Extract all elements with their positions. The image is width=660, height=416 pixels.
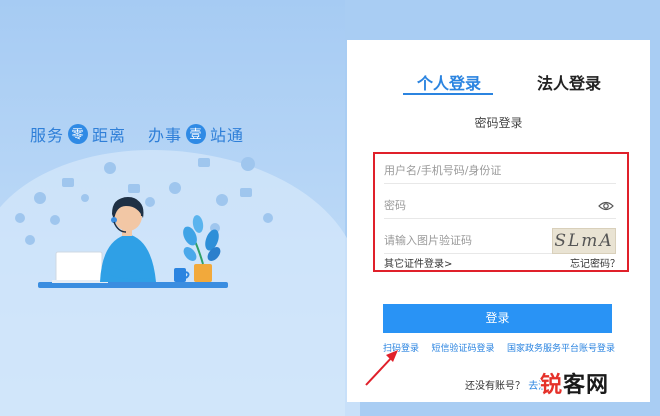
show-password-eye-icon[interactable] (598, 198, 614, 214)
login-form-highlight: SLmA 其它证件登录> 忘记密码？ (373, 152, 629, 272)
watermark-part-1: 锐 (540, 373, 564, 398)
tab-personal-login[interactable]: 个人登录 (417, 70, 481, 94)
chat-bubble-icon (34, 192, 46, 204)
password-field-wrapper (384, 193, 616, 219)
form-links-row: 其它证件登录> 忘记密码？ (384, 255, 620, 270)
active-tab-underline (403, 93, 493, 95)
captcha-field-wrapper: SLmA (384, 228, 616, 254)
password-input[interactable] (384, 199, 616, 212)
gov-platform-login-link[interactable]: 国家政务服务平台账号登录 (507, 341, 615, 354)
username-input[interactable] (384, 164, 616, 177)
username-field-wrapper (384, 158, 616, 184)
alternative-login-links: 扫码登录 短信验证码登录 国家政务服务平台账号登录 (383, 341, 615, 354)
register-prompt: 还没有账号？ 去注 (465, 377, 548, 392)
red-pointer-arrow-icon (365, 350, 398, 386)
tab-corporate-login[interactable]: 法人登录 (537, 70, 601, 94)
login-tabs: 个人登录 法人登录 (347, 70, 650, 100)
other-id-login-link[interactable]: 其它证件登录> (384, 255, 452, 270)
password-login-subtitle: 密码登录 (474, 116, 523, 130)
captcha-image[interactable]: SLmA (552, 228, 616, 254)
register-prompt-text: 还没有账号？ (465, 381, 525, 392)
login-button[interactable]: 登录 (383, 304, 612, 333)
forgot-password-link[interactable]: 忘记密码？ (570, 255, 620, 270)
sms-login-link[interactable]: 短信验证码登录 (431, 341, 494, 354)
customer-service-illustration (15, 157, 273, 288)
watermark-part-2: 客网 (563, 373, 610, 398)
watermark-logo: 锐客网 (540, 367, 609, 399)
